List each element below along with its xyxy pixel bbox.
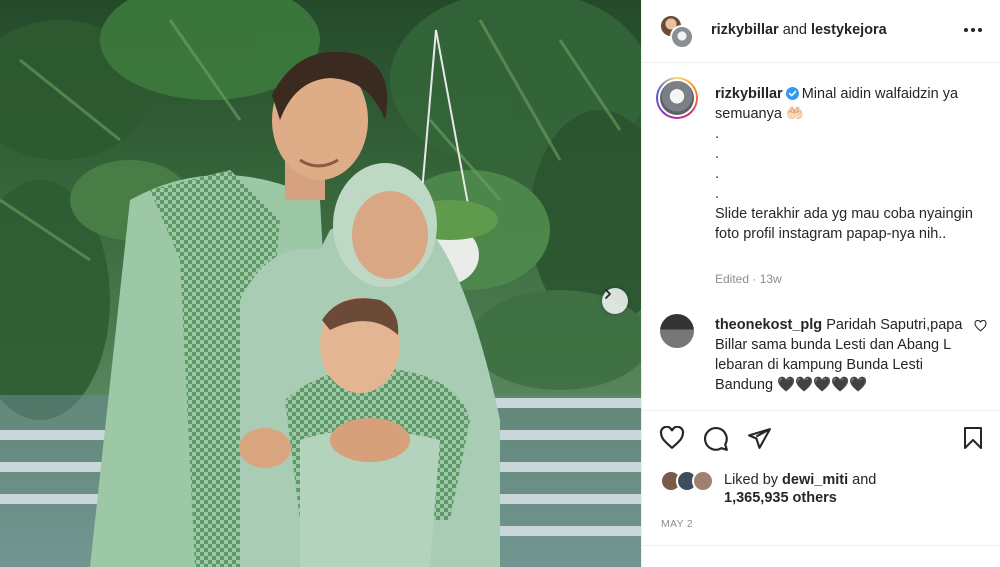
bookmark-icon xyxy=(964,427,982,449)
caption-body: Slide terakhir ada yg mau coba nyaingin … xyxy=(715,206,973,242)
collab-avatars[interactable] xyxy=(659,14,695,50)
comment-button[interactable] xyxy=(703,426,729,457)
edited-label: Edited xyxy=(715,272,750,286)
avatar[interactable] xyxy=(660,314,694,348)
caption-text: rizkybillar Minal aidin walfaidzin ya sem… xyxy=(715,84,985,244)
post-photo[interactable] xyxy=(0,0,641,567)
caption-meta: Edited · 13w xyxy=(715,272,782,286)
comment-text: theonekost_plg Paridah Saputri,papa Bill… xyxy=(715,315,965,395)
likes-count[interactable]: 1,365,935 others xyxy=(724,490,837,506)
post-age[interactable]: 13w xyxy=(760,272,782,286)
more-horizontal-icon xyxy=(964,28,982,32)
liked-by-suffix: and xyxy=(848,472,877,488)
avatar xyxy=(692,470,714,492)
post-actions xyxy=(642,412,1000,466)
caption-dot: . xyxy=(715,126,720,142)
comment-username[interactable]: theonekost_plg xyxy=(715,317,822,333)
authors-joiner: and xyxy=(778,22,811,38)
heart-icon xyxy=(659,425,685,450)
caption-dot: . xyxy=(715,186,720,202)
comment-icon xyxy=(704,427,728,451)
send-icon xyxy=(748,428,771,449)
liked-by-text: Liked by dewi_miti and xyxy=(724,471,876,490)
like-button[interactable] xyxy=(659,425,685,455)
more-options-button[interactable] xyxy=(963,20,983,45)
liker-username[interactable]: dewi_miti xyxy=(782,472,848,488)
heart-icon xyxy=(974,319,987,332)
post-details-panel: rizkybillar and lestykejora rizkybillar M… xyxy=(641,0,1000,567)
post-caption: rizkybillar Minal aidin walfaidzin ya sem… xyxy=(642,63,1000,411)
photo-illustration xyxy=(0,0,641,567)
liker-avatars xyxy=(660,470,720,494)
coauthor-link[interactable]: lestykejora xyxy=(811,22,887,38)
post-authors: rizkybillar and lestykejora xyxy=(711,22,887,38)
next-slide-button[interactable] xyxy=(602,288,628,314)
verified-badge-icon xyxy=(785,87,799,100)
meta-separator: · xyxy=(749,272,760,286)
caption-dot: . xyxy=(715,166,720,182)
caption-username[interactable]: rizkybillar xyxy=(715,86,783,102)
chevron-right-icon xyxy=(605,289,611,299)
save-button[interactable] xyxy=(962,426,984,455)
likes-summary: Liked by dewi_miti and 1,365,935 others xyxy=(642,466,1000,510)
post-header: rizkybillar and lestykejora xyxy=(642,0,1000,63)
author-link[interactable]: rizkybillar xyxy=(711,22,779,38)
avatar xyxy=(670,25,694,49)
liked-by-prefix: Liked by xyxy=(724,472,783,488)
share-button[interactable] xyxy=(747,426,772,456)
post-date[interactable]: MAY 2 xyxy=(661,518,693,530)
divider xyxy=(642,545,1000,546)
avatar[interactable] xyxy=(656,77,698,119)
caption-dot: . xyxy=(715,146,720,162)
comment-like-button[interactable] xyxy=(974,319,987,337)
